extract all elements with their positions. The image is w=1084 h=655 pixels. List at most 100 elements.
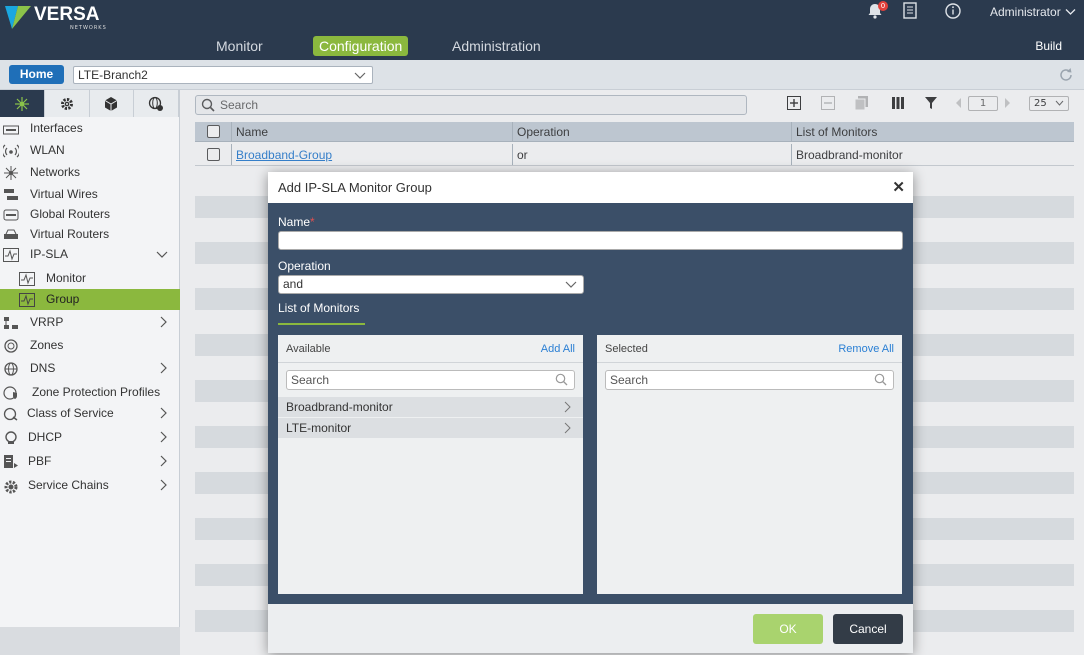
cancel-button[interactable]: Cancel: [833, 614, 903, 644]
globe-gear-icon[interactable]: [134, 90, 179, 117]
name-input[interactable]: [278, 231, 903, 250]
build-button[interactable]: Build: [1035, 39, 1062, 53]
available-item[interactable]: Broadbrand-monitor: [278, 397, 583, 417]
operation-label: Operation: [278, 259, 331, 273]
sidebar-item-global-routers[interactable]: Global Routers: [0, 204, 180, 224]
chevron-down-icon: [156, 244, 168, 270]
add-all-button[interactable]: Add All: [541, 335, 575, 363]
sidebar-item-service-chains[interactable]: Service Chains: [0, 475, 180, 495]
vrrp-icon: [3, 316, 19, 329]
sidebar-item-label: Interfaces: [30, 121, 83, 135]
sidebar-item-label: Virtual Routers: [30, 227, 110, 241]
sidebar-item-label: Networks: [30, 165, 81, 179]
sidebar-item-label: Zones: [30, 338, 64, 352]
sidebar: Interfaces WLAN Networks Virtual Wires G…: [0, 90, 180, 655]
refresh-icon[interactable]: [1058, 67, 1074, 87]
sidebar-item-wlan[interactable]: WLAN: [0, 140, 180, 160]
sidebar-item-label: Group: [46, 292, 80, 306]
available-title: Available: [286, 343, 331, 355]
name-label: Name*: [278, 215, 315, 229]
top-bar: VERSA NETWORKS Monitor Configuration Adm…: [0, 0, 1084, 60]
appliance-select[interactable]: LTE-Branch2: [73, 66, 373, 84]
operation-select[interactable]: and: [278, 275, 584, 294]
sidebar-item-label: DNS: [30, 361, 56, 375]
versa-logo[interactable]: VERSA NETWORKS: [4, 3, 114, 31]
selected-search-input[interactable]: Search: [605, 370, 894, 390]
dialog-header: Add IP-SLA Monitor Group ✕: [268, 172, 913, 203]
sidebar-item-label: DHCP: [28, 430, 63, 444]
sidebar-item-label: Global Routers: [30, 207, 111, 221]
user-menu[interactable]: Administrator: [990, 5, 1076, 19]
sidebar-item-monitor[interactable]: Monitor: [0, 268, 180, 288]
add-ip-sla-monitor-group-dialog: Add IP-SLA Monitor Group ✕ Name* Operati…: [268, 172, 913, 653]
sidebar-item-interfaces[interactable]: Interfaces: [0, 118, 180, 138]
versa-logo-icon: [5, 6, 31, 29]
sidebar-item-virtual-wires[interactable]: Virtual Wires: [0, 184, 180, 204]
search-icon: [555, 373, 568, 391]
sidebar-item-zones[interactable]: Zones: [0, 335, 180, 355]
dns-icon: [3, 362, 19, 376]
pbf-icon: [3, 455, 19, 468]
interface-icon: [3, 122, 19, 135]
sidebar-item-group[interactable]: Group: [0, 289, 180, 310]
brand-sub: NETWORKS: [70, 25, 107, 31]
available-search-input[interactable]: Search: [286, 370, 575, 390]
sidebar-item-virtual-routers[interactable]: Virtual Routers: [0, 224, 180, 244]
search-icon: [874, 373, 887, 391]
networking-icon[interactable]: [0, 90, 45, 117]
info-icon[interactable]: [944, 2, 962, 22]
user-name: Administrator: [990, 5, 1061, 19]
available-header: Available Add All: [278, 335, 583, 363]
dialog-title: Add IP-SLA Monitor Group: [278, 180, 432, 195]
sidebar-item-label: PBF: [28, 454, 52, 468]
gear-icon[interactable]: [44, 90, 90, 117]
nav-configuration[interactable]: Configuration: [313, 36, 409, 56]
pulse-icon: [19, 293, 35, 307]
document-icon[interactable]: [903, 2, 917, 22]
router-icon: [3, 228, 19, 240]
sidebar-item-ip-sla[interactable]: IP-SLA: [0, 244, 180, 264]
sidebar-footer: [0, 627, 180, 655]
sidebar-item-label: Class of Service: [27, 406, 114, 420]
cube-icon[interactable]: [89, 90, 135, 117]
sidebar-item-label: WLAN: [30, 143, 65, 157]
selected-title: Selected: [605, 343, 648, 355]
sidebar-item-label: Zone Protection Profiles: [32, 385, 161, 399]
sidebar-item-zone-protection-profiles[interactable]: Zone Protection Profiles: [0, 382, 180, 402]
appliance-value: LTE-Branch2: [78, 68, 148, 82]
bell-icon[interactable]: 0: [866, 1, 888, 22]
cos-icon: [3, 407, 19, 421]
available-panel: Available Add All Search Broadbrand-moni…: [278, 335, 583, 594]
tab-list-of-monitors[interactable]: List of Monitors: [278, 301, 359, 315]
sidebar-tabs: [0, 90, 179, 117]
sidebar-item-class-of-service[interactable]: Class of Service: [0, 403, 180, 423]
chevron-down-icon: [354, 67, 366, 87]
sidebar-item-label: Service Chains: [28, 478, 109, 492]
ok-button[interactable]: OK: [753, 614, 823, 644]
nav-administration[interactable]: Administration: [452, 36, 541, 56]
available-item-label: Broadbrand-monitor: [286, 400, 393, 414]
remove-all-button[interactable]: Remove All: [838, 335, 894, 363]
close-icon[interactable]: ✕: [892, 172, 905, 203]
sidebar-item-dns[interactable]: DNS: [0, 358, 180, 378]
available-item[interactable]: LTE-monitor: [278, 418, 583, 438]
nav-monitor[interactable]: Monitor: [216, 36, 263, 56]
available-item-label: LTE-monitor: [286, 421, 352, 435]
context-bar: Home LTE-Branch2: [0, 60, 1084, 90]
chevron-right-icon: [158, 427, 168, 453]
sidebar-item-label: Monitor: [46, 271, 87, 285]
sidebar-item-label: Virtual Wires: [30, 187, 98, 201]
network-icon: [3, 166, 19, 180]
sidebar-item-label: VRRP: [30, 315, 64, 329]
available-search-placeholder: Search: [291, 373, 330, 387]
sidebar-item-pbf[interactable]: PBF: [0, 451, 180, 471]
sidebar-item-vrrp[interactable]: VRRP: [0, 312, 180, 332]
chevron-right-icon: [158, 358, 168, 384]
chevron-right-icon: [563, 418, 571, 444]
selected-header: Selected Remove All: [597, 335, 902, 363]
sidebar-item-dhcp[interactable]: DHCP: [0, 427, 180, 447]
name-label-text: Name: [278, 215, 311, 229]
home-button[interactable]: Home: [9, 65, 64, 84]
sidebar-item-networks[interactable]: Networks: [0, 162, 180, 182]
chevron-right-icon: [158, 451, 168, 477]
